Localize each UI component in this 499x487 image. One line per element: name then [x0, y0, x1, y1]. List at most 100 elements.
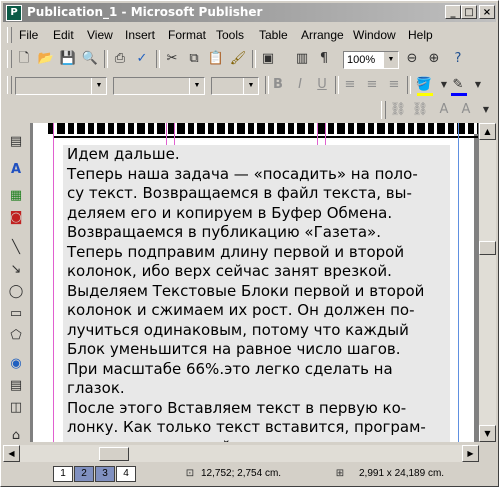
font-size-select[interactable]: ▼ [211, 77, 259, 95]
toolbar-grip[interactable] [7, 50, 12, 68]
text-line: Теперь подправим длину первой и второй [67, 242, 405, 261]
new-icon[interactable]: 🗋 [15, 50, 33, 68]
menu-tools[interactable]: Tools [216, 28, 244, 42]
connect-frames-toolbar: ⛓ ⛓ A A ▼ [3, 99, 496, 123]
rectangle-tool-icon[interactable]: ▭ [7, 305, 25, 323]
align-center-icon[interactable]: ≡ [363, 76, 381, 94]
page-tab-3[interactable]: 3 [95, 466, 115, 482]
menubar-grip[interactable] [7, 27, 12, 43]
horizontal-scrollbar[interactable]: ◀ ▶ [3, 445, 479, 462]
bold-button[interactable]: B [269, 76, 287, 94]
maximize-button[interactable]: □ [461, 5, 477, 19]
text-line: После этого Вставляем текст в первую ко- [67, 398, 407, 417]
formatting-toolbar: ▼ ▼ ▼ B I U ≡ ≡ ≡ 🪣 ▼ ✎ ▼ [3, 74, 496, 98]
status-bar: 1 2 3 4 ⊡ 12,752; 2,754 cm. ⊞ 2,991 x 24… [3, 463, 496, 484]
publication-canvas[interactable]: Идем дальше. Теперь наша задача — «посади… [30, 123, 479, 442]
toolbar-separator [104, 50, 108, 68]
zoom-select[interactable]: 100% ▼ [343, 51, 399, 69]
unlink-icon[interactable]: ⛓ [411, 101, 429, 119]
italic-button[interactable]: I [291, 76, 309, 94]
menu-edit[interactable]: Edit [53, 28, 74, 42]
text-frame[interactable]: Идем дальше. Теперь наша задача — «посади… [63, 145, 450, 442]
form-control-icon[interactable]: ▤ [7, 377, 25, 395]
help-icon[interactable]: ? [449, 50, 467, 68]
pilcrow-icon[interactable]: ¶ [315, 50, 333, 68]
pointer-icon[interactable]: ▤ [7, 133, 25, 151]
chevron-down-icon[interactable]: ▼ [91, 78, 106, 94]
text-line: Идем дальше. [67, 145, 180, 163]
horizontal-scroll-thumb[interactable] [99, 447, 129, 461]
size-icon: ⊞ [335, 468, 345, 479]
page-tab-1[interactable]: 1 [53, 466, 73, 482]
scroll-left-button[interactable]: ◀ [3, 445, 20, 462]
page-tab-4[interactable]: 4 [116, 466, 136, 482]
copy-icon[interactable]: ⧉ [185, 50, 203, 68]
window-title: Publication_1 - Microsoft Publisher [27, 5, 263, 19]
spellcheck-icon[interactable]: ✓ [133, 50, 151, 68]
toolbar-grip[interactable] [7, 76, 12, 94]
style-select[interactable]: ▼ [15, 77, 107, 95]
cut-icon[interactable]: ✂ [163, 50, 181, 68]
hot-spot-icon[interactable]: ◉ [7, 355, 25, 373]
design-gallery-icon[interactable]: ⌂ [7, 427, 25, 445]
align-right-icon[interactable]: ≡ [385, 76, 403, 94]
previous-frame-icon[interactable]: A [435, 101, 453, 119]
vertical-scroll-thumb[interactable] [479, 241, 496, 255]
oval-tool-icon[interactable]: ◯ [7, 283, 25, 301]
menu-insert[interactable]: Insert [125, 28, 155, 42]
text-line: су текст. Возвращаемся в файл текста, вы… [67, 184, 412, 202]
html-fragment-icon[interactable]: ◫ [7, 399, 25, 417]
format-painter-icon[interactable]: 🖌 [229, 50, 247, 68]
search-file-icon[interactable]: 🔍 [81, 50, 99, 68]
menu-help[interactable]: Help [408, 28, 433, 42]
open-icon[interactable]: 📂 [37, 50, 55, 68]
menu-file[interactable]: File [19, 28, 38, 42]
zoom-in-icon[interactable]: ⊕ [425, 50, 443, 68]
menu-arrange[interactable]: Arrange [301, 28, 344, 42]
text-line: глазок. [67, 379, 125, 397]
menu-window[interactable]: Window [353, 28, 396, 42]
arrow-tool-icon[interactable]: ↘ [7, 261, 25, 279]
scroll-down-button[interactable]: ▼ [479, 425, 496, 442]
preview-icon[interactable]: ▣ [259, 50, 277, 68]
align-left-icon[interactable]: ≡ [341, 76, 359, 94]
line-tool-icon[interactable]: ╲ [7, 239, 25, 257]
save-icon[interactable]: 💾 [59, 50, 77, 68]
scroll-right-button[interactable]: ▶ [462, 445, 479, 462]
autoshapes-icon[interactable]: ⬠ [7, 327, 25, 345]
chevron-down-icon[interactable]: ▼ [243, 78, 258, 94]
publisher-app-icon[interactable]: P [6, 5, 22, 21]
close-button[interactable]: × [479, 5, 495, 19]
chevron-down-icon[interactable]: ▼ [477, 101, 495, 119]
text-frame-icon[interactable]: A [7, 161, 25, 179]
font-select[interactable]: ▼ [113, 77, 205, 95]
picture-frame-icon[interactable]: ▦ [7, 187, 25, 205]
menu-bar: File Edit View Insert Format Tools Table… [3, 25, 496, 45]
paste-icon[interactable]: 📋 [207, 50, 225, 68]
fill-color-icon[interactable]: 🪣 [415, 76, 433, 94]
page-tab-2[interactable]: 2 [74, 466, 94, 482]
vertical-scrollbar[interactable]: ▲ ▼ [479, 123, 496, 442]
link-icon[interactable]: ⛓ [389, 101, 407, 119]
zoom-out-icon[interactable]: ⊖ [403, 50, 421, 68]
chevron-down-icon[interactable]: ▼ [469, 76, 487, 94]
toolbar-separator [156, 50, 160, 68]
print-icon[interactable]: ⎙ [111, 50, 129, 68]
chevron-down-icon[interactable]: ▼ [383, 52, 398, 68]
zoom-value: 100% [347, 54, 376, 66]
toolbar-grip[interactable] [381, 101, 386, 119]
clip-art-icon[interactable]: ◙ [7, 209, 25, 227]
underline-button[interactable]: U [313, 76, 331, 94]
minimize-button[interactable]: _ [445, 5, 461, 19]
menu-format[interactable]: Format [168, 28, 206, 42]
line-color-icon[interactable]: ✎ [449, 76, 467, 94]
app-window: P Publication_1 - Microsoft Publisher _ … [0, 0, 499, 487]
scroll-up-button[interactable]: ▲ [479, 123, 496, 140]
columns-icon[interactable]: ▥ [293, 50, 311, 68]
chevron-down-icon[interactable]: ▼ [189, 78, 204, 94]
next-frame-icon[interactable]: A [457, 101, 475, 119]
title-bar: P Publication_1 - Microsoft Publisher _ … [3, 3, 496, 22]
menu-view[interactable]: View [87, 28, 113, 42]
text-line: ма задаст по-английски вопрос, надо ли [63, 438, 450, 443]
menu-table[interactable]: Table [259, 28, 288, 42]
